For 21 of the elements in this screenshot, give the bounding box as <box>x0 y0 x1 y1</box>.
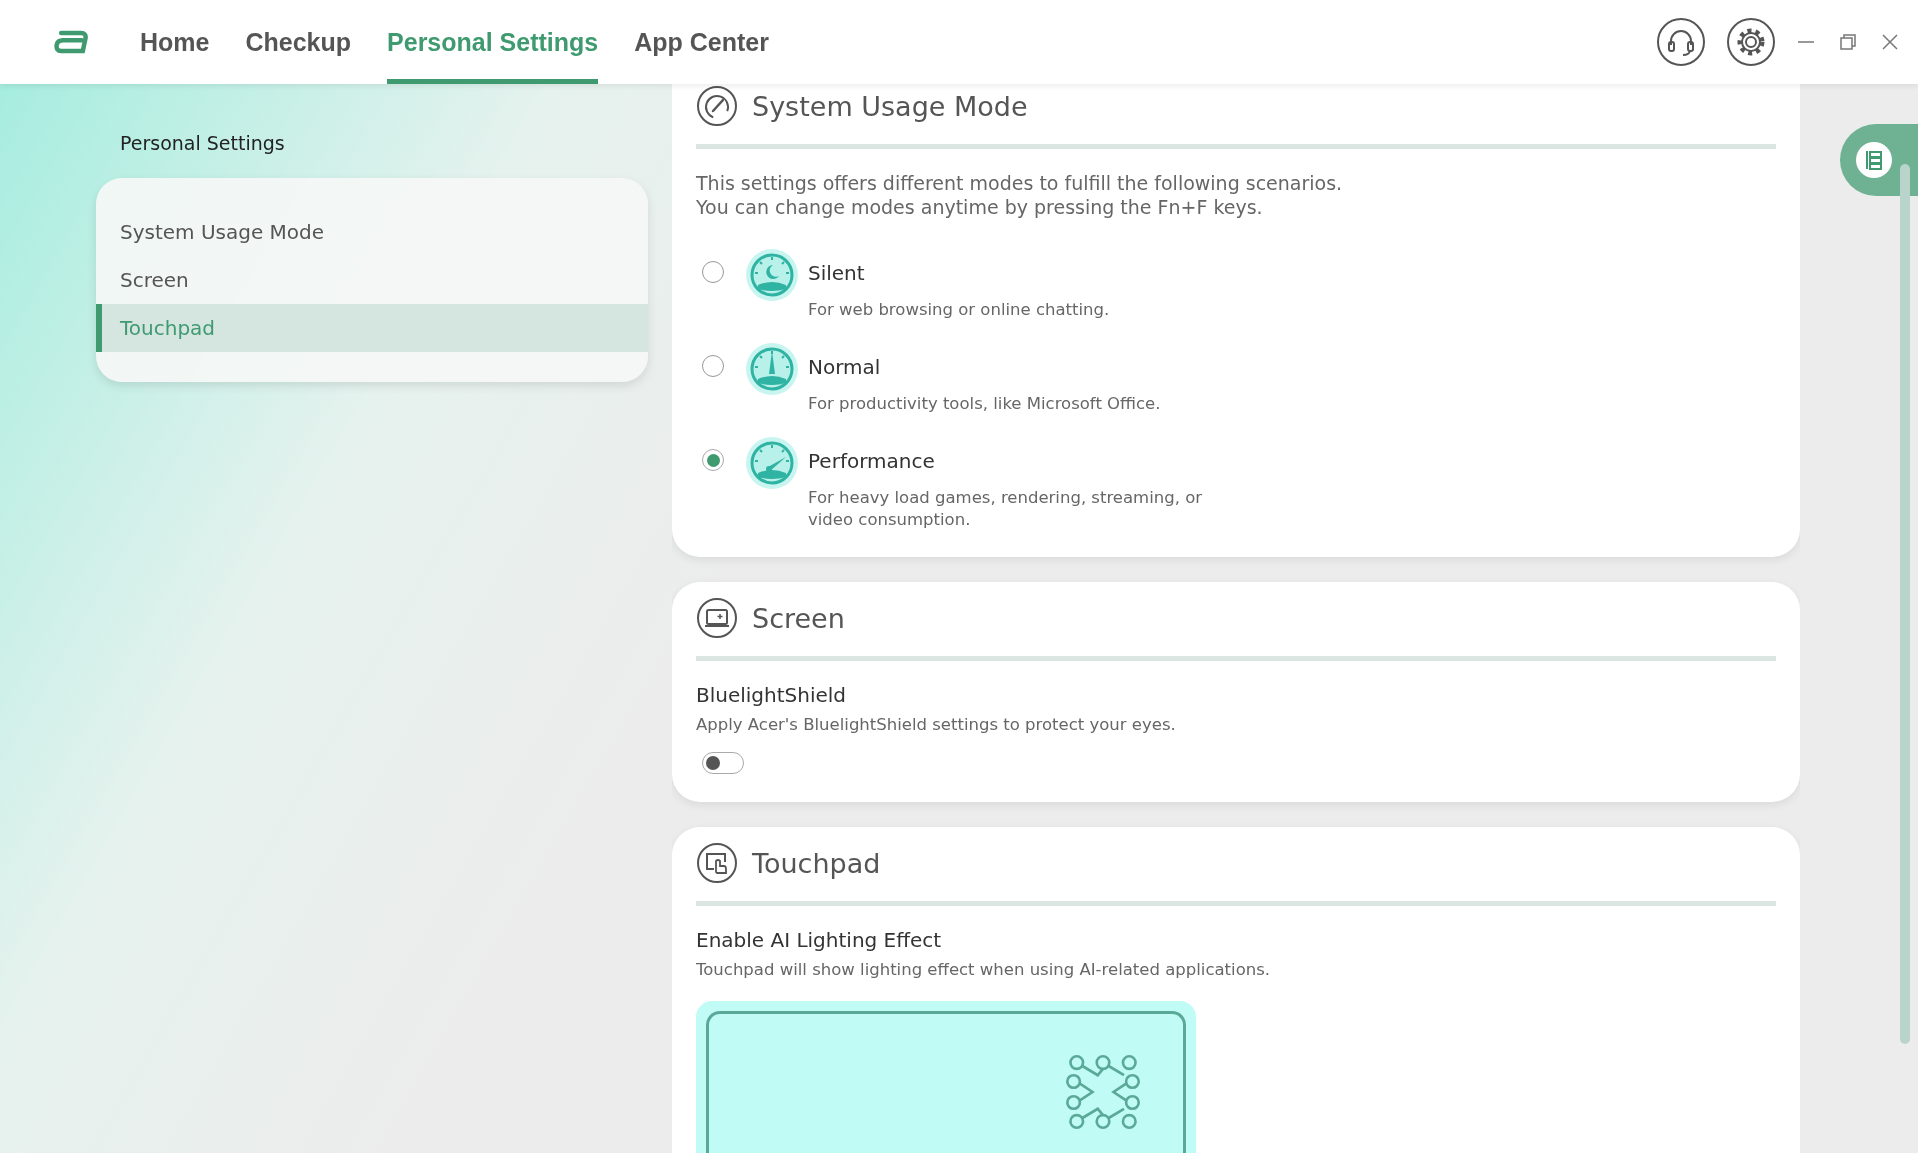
description-text: This settings offers different modes to fulfill the following scenarios. <box>696 171 1344 195</box>
mode-label: Normal <box>808 355 882 379</box>
sidebar-item[interactable]: System Usage Mode <box>96 208 648 256</box>
mode-description: For web browsing or online chatting. <box>808 299 1111 321</box>
description-text: You can change modes anytime by pressing the Fn+F keys. <box>696 195 1264 219</box>
nav-tab[interactable]: App Center <box>634 0 769 84</box>
sidebar-title: Personal Settings <box>120 132 286 154</box>
nav-tab[interactable]: Checkup <box>245 0 352 84</box>
setting-description: Touchpad will show lighting effect when using AI-related applications. <box>696 960 1272 979</box>
mode-label: Performance <box>808 449 936 473</box>
mode-description: For productivity tools, like Microsoft Office. <box>808 393 1162 415</box>
section-title: System Usage Mode <box>752 90 1028 122</box>
setting-label: BluelightShield <box>696 683 848 707</box>
mode-description: For heavy load games, rendering, streaming, or video consumption. <box>808 487 1204 531</box>
section-title: Screen <box>752 602 845 634</box>
nav-tab[interactable]: Home <box>140 0 210 84</box>
section-title: Touchpad <box>752 847 881 879</box>
setting-label: Enable AI Lighting Effect <box>696 928 943 952</box>
sidebar-item[interactable]: Screen <box>96 256 648 304</box>
mode-label: Silent <box>808 261 866 285</box>
setting-description: Apply Acer's BluelightShield settings to protect your eyes. <box>696 715 1177 734</box>
